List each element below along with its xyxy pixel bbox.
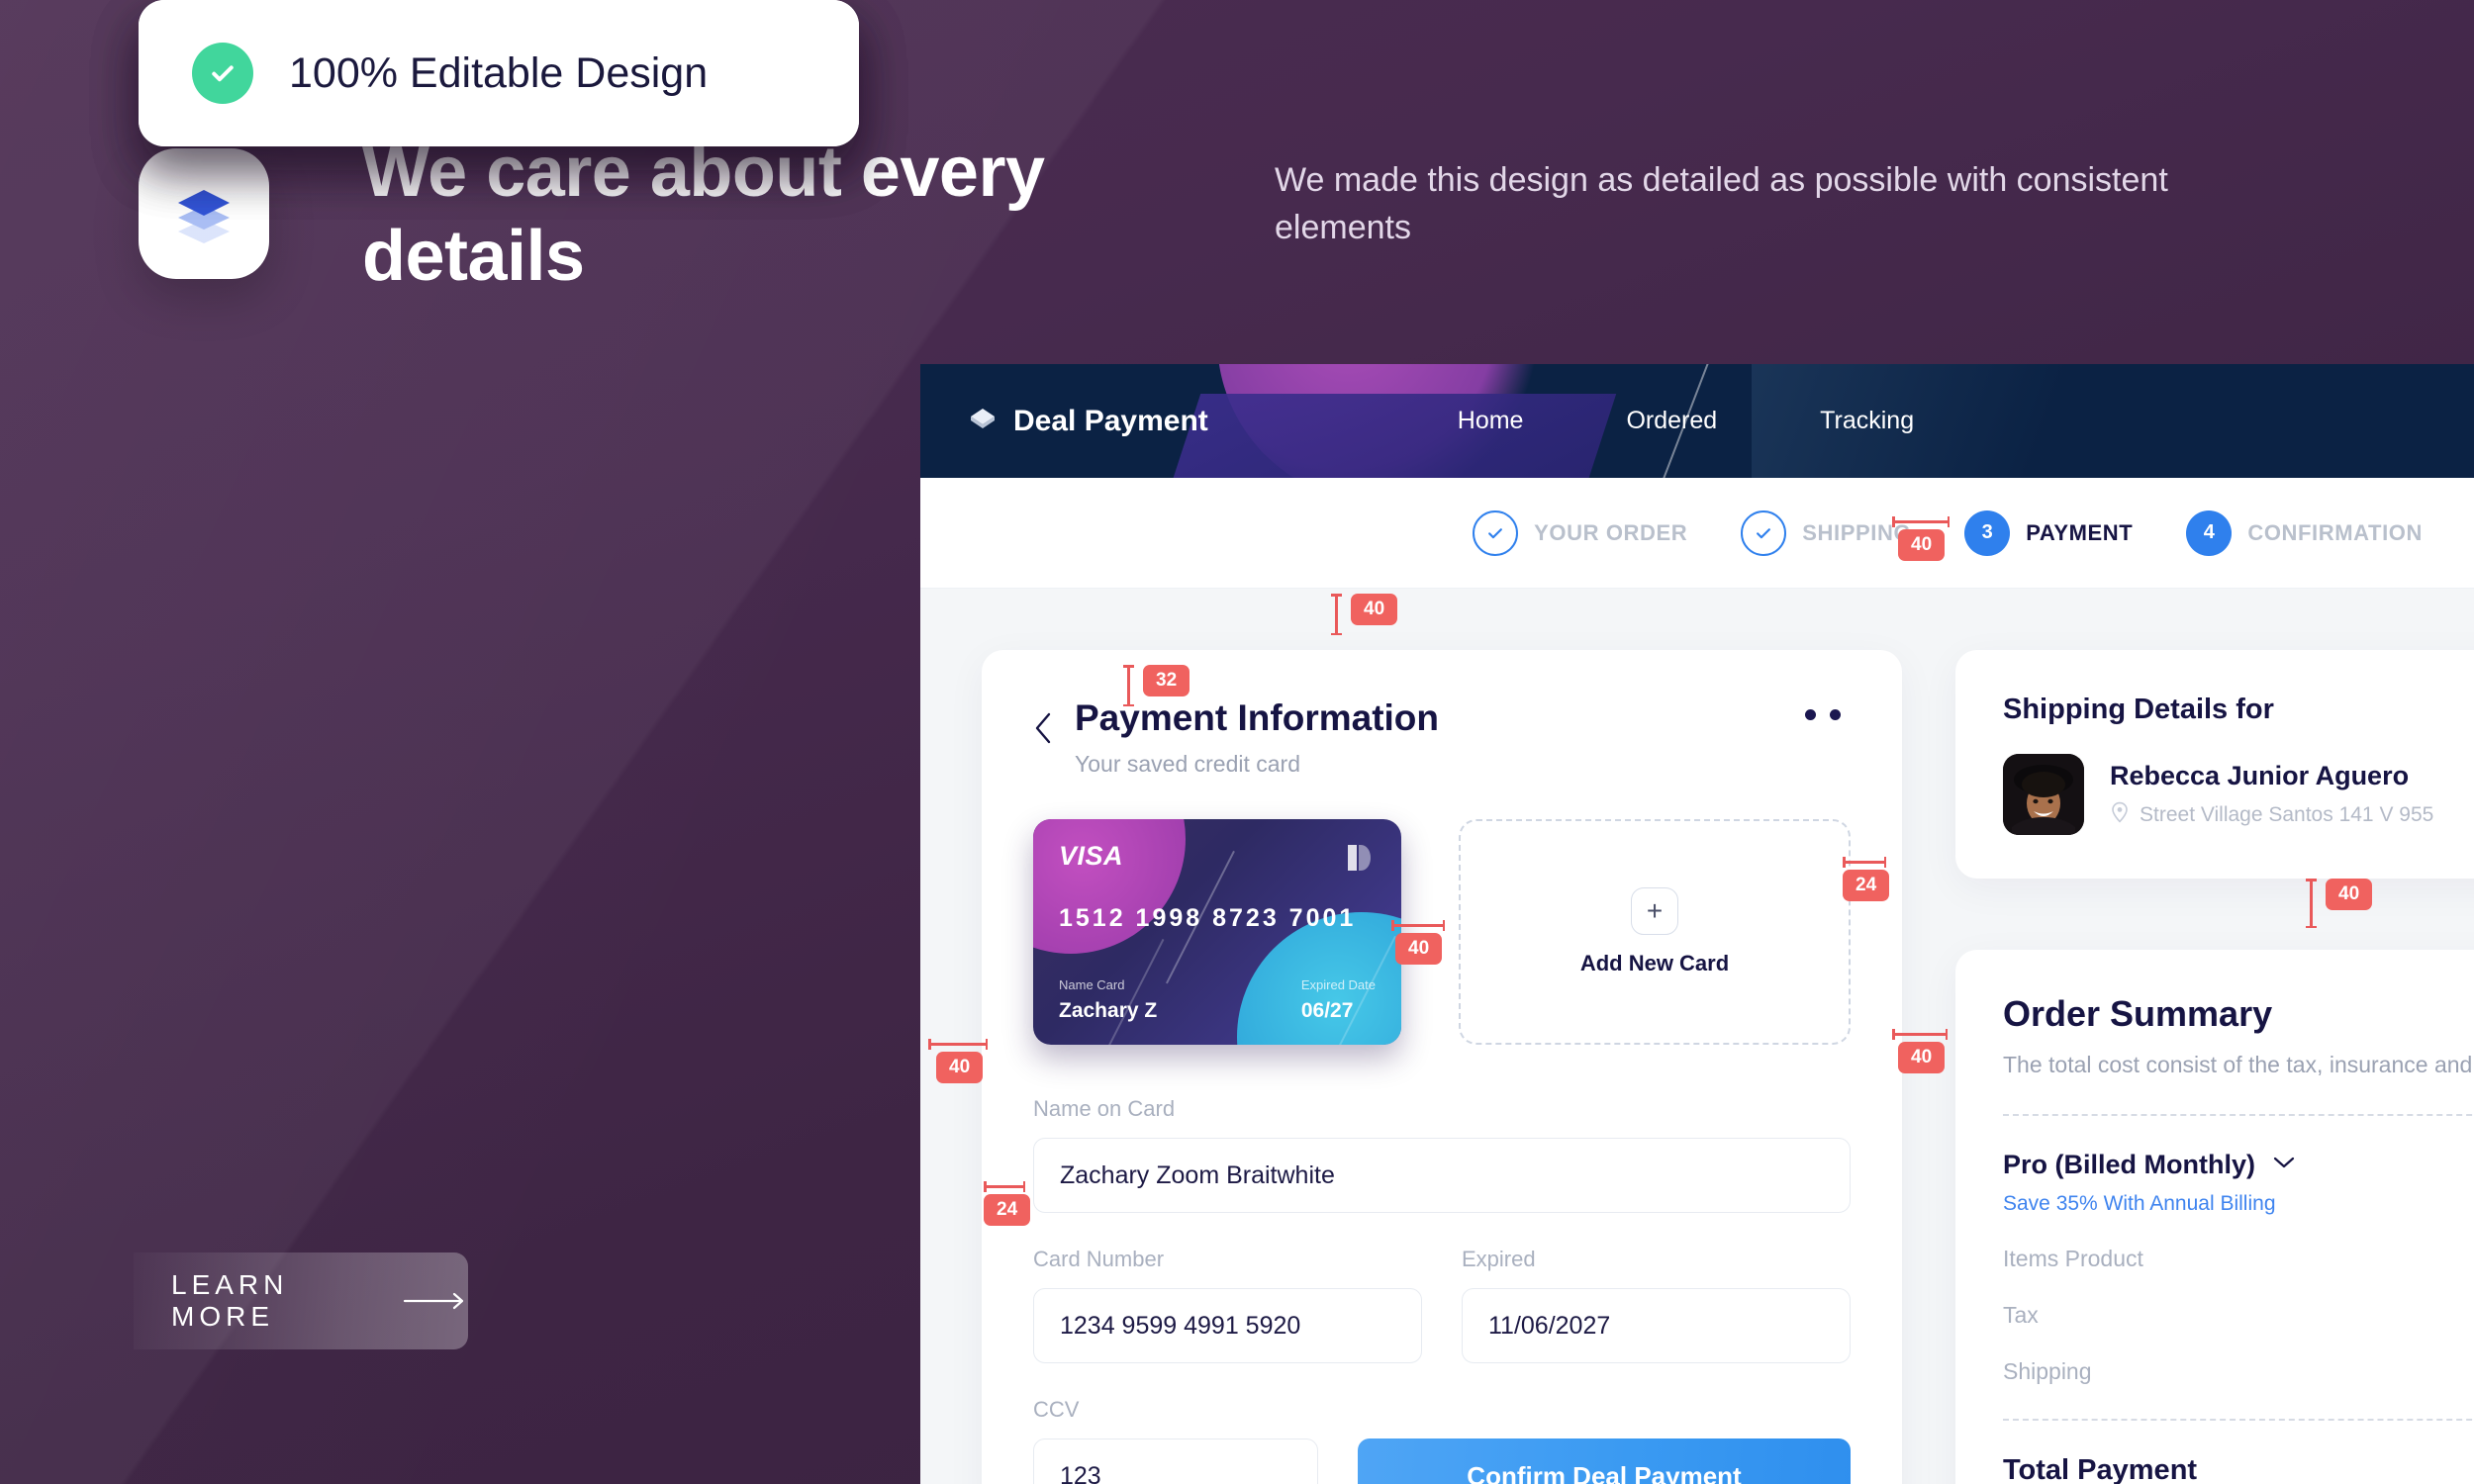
annual-billing-link[interactable]: Save 35% With Annual Billing	[2003, 1192, 2474, 1216]
chevron-down-icon[interactable]	[2273, 1156, 2295, 1174]
step-label: SHIPPING	[1802, 519, 1912, 545]
total-payment-label: Total Payment	[2003, 1454, 2198, 1484]
step-your-order[interactable]: YOUR ORDER	[1473, 510, 1687, 556]
summary-line-items-product: Items Product	[2003, 1246, 2143, 1272]
step-payment[interactable]: 3 PAYMENT	[1964, 510, 2133, 556]
brand[interactable]: Deal Payment	[968, 404, 1208, 438]
card-number-input[interactable]: 1234 9599 4991 5920	[1033, 1288, 1422, 1363]
step-number-badge: 3	[1964, 510, 2011, 556]
card-number: 1512 1998 8723 7001	[1059, 904, 1357, 932]
step-label: PAYMENT	[2026, 519, 2134, 545]
brand-name: Deal Payment	[1013, 404, 1208, 437]
payment-form: Name on Card Zachary Zoom Braitwhite Car…	[1033, 1096, 1851, 1484]
page-title: We care about every details	[362, 133, 1045, 296]
plus-icon: +	[1631, 887, 1678, 935]
nav-item-home[interactable]: Home	[1406, 407, 1575, 435]
ccv-label: CCV	[1033, 1397, 1080, 1422]
card-expiry-label: Expired Date	[1300, 977, 1376, 992]
step-check-icon	[1473, 510, 1519, 556]
feature-label: 100% Editable Design	[289, 48, 709, 97]
order-summary-panel: Order Summary The total cost consist of …	[1955, 950, 2474, 1484]
diamond-logo-icon	[968, 404, 998, 438]
user-photo-avatar	[2003, 754, 2084, 835]
plan-selector[interactable]: Pro (Billed Monthly)	[2003, 1150, 2474, 1180]
step-confirmation[interactable]: 4 CONFIRMATION	[2186, 510, 2423, 556]
nav-item-tracking[interactable]: Tracking	[1768, 407, 1965, 435]
page-root: We care about every details We made this…	[0, 0, 2474, 1484]
app-body: Payment Information Your saved credit ca…	[920, 589, 2474, 1484]
chevron-left-icon[interactable]	[1033, 711, 1053, 750]
add-new-card-label: Add New Card	[1579, 951, 1730, 975]
card-name-value: Zachary Z	[1059, 999, 1158, 1022]
payment-information-panel: Payment Information Your saved credit ca…	[982, 650, 1902, 1484]
payment-title: Payment Information	[1075, 697, 1439, 738]
step-label: CONFIRMATION	[2247, 519, 2423, 545]
divider	[2003, 1419, 2474, 1422]
card-expiry-value: 06/27	[1300, 999, 1354, 1022]
map-pin-icon	[2110, 801, 2130, 829]
step-shipping[interactable]: SHIPPING	[1741, 510, 1911, 556]
order-summary-title: Order Summary	[2003, 993, 2273, 1034]
check-circle-icon	[192, 43, 253, 104]
card-name-label: Name Card	[1059, 977, 1125, 992]
layers-stack-icon	[168, 176, 239, 252]
visa-logo: VISA	[1059, 841, 1124, 871]
summary-line-tax: Tax	[2003, 1302, 2039, 1329]
ccv-input[interactable]: 123	[1033, 1438, 1318, 1484]
step-label: YOUR ORDER	[1534, 519, 1688, 545]
saved-credit-card[interactable]: VISA 1512 1998 8723 7001 Name Card Zacha…	[1033, 819, 1401, 1045]
page-subtitle: We made this design as detailed as possi…	[1275, 161, 2168, 247]
brand-logo	[139, 148, 269, 279]
shipping-recipient-name: Rebecca Junior Aguero	[2110, 760, 2410, 790]
plan-name: Pro (Billed Monthly)	[2003, 1150, 2255, 1180]
step-check-icon	[1741, 510, 1787, 556]
learn-more-label: LEARN MORE	[171, 1269, 289, 1332]
expired-input[interactable]: 11/06/2027	[1462, 1288, 1851, 1363]
add-new-card-button[interactable]: + Add New Card	[1459, 819, 1851, 1045]
step-number-badge: 4	[2186, 510, 2233, 556]
payment-header: Payment Information Your saved credit ca…	[1033, 697, 1851, 778]
shipping-address-text: Street Village Santos 141 V 955	[2140, 802, 2434, 826]
more-dots-icon[interactable]	[1805, 709, 1841, 720]
summary-line-shipping: Shipping	[2003, 1358, 2092, 1385]
arrow-right-icon	[403, 1291, 468, 1311]
app-topbar: Deal Payment Home Ordered Tracking	[920, 364, 2474, 478]
right-column: Shipping Details for Rebecca Junior Ague…	[1955, 650, 2474, 1484]
shipping-details-title: Shipping Details for	[2003, 694, 2274, 725]
expired-label: Expired	[1462, 1247, 1536, 1271]
nav-item-ordered[interactable]: Ordered	[1574, 407, 1768, 435]
name-on-card-input[interactable]: Zachary Zoom Braitwhite	[1033, 1138, 1851, 1213]
app-window: Deal Payment Home Ordered Tracking YOUR …	[920, 364, 2474, 1484]
checkout-stepper: YOUR ORDER SHIPPING 3 PAYMENT 4 CONFIRMA…	[920, 478, 2474, 589]
order-summary-description: The total cost consist of the tax, insur…	[2003, 1052, 2473, 1077]
divider	[2003, 1114, 2474, 1117]
payment-subtitle: Your saved credit card	[1075, 751, 1301, 777]
shipping-address: Street Village Santos 141 V 955	[2110, 801, 2433, 829]
card-chip-icon	[1342, 841, 1376, 875]
confirm-deal-payment-button[interactable]: Confirm Deal Payment	[1358, 1438, 1851, 1484]
card-number-label: Card Number	[1033, 1247, 1165, 1271]
feature-card-editable-design: 100% Editable Design	[139, 0, 859, 146]
learn-more-button[interactable]: LEARN MORE	[134, 1252, 468, 1349]
saved-cards-row: VISA 1512 1998 8723 7001 Name Card Zacha…	[1033, 819, 1851, 1045]
main-nav: Home Ordered Tracking	[1406, 407, 1965, 435]
name-on-card-label: Name on Card	[1033, 1096, 1176, 1121]
shipping-details-panel: Shipping Details for Rebecca Junior Ague…	[1955, 650, 2474, 879]
